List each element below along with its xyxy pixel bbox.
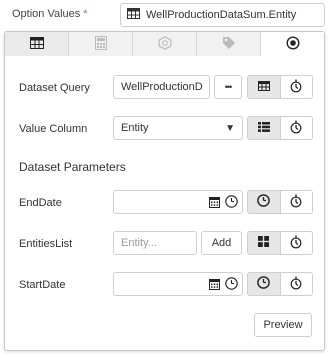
- preview-button[interactable]: Preview: [254, 313, 312, 337]
- option-values-selected: WellProductionDataSum.Entity: [146, 9, 297, 21]
- entities-list-bind-mode[interactable]: [280, 232, 312, 254]
- tab-hexagon[interactable]: [133, 32, 197, 56]
- start-date-input[interactable]: [113, 272, 243, 296]
- stopwatch-icon: [290, 194, 302, 211]
- end-date-bind-mode[interactable]: [280, 191, 312, 213]
- stopwatch-icon: [290, 120, 302, 137]
- end-date-clock-mode[interactable]: [248, 191, 281, 213]
- option-values-label-text: Option Values: [12, 8, 81, 20]
- end-date-mode-toggle: [247, 190, 313, 214]
- start-date-clock-mode[interactable]: [248, 273, 281, 295]
- start-date-mode-toggle: [247, 272, 313, 296]
- stopwatch-icon: [290, 235, 302, 252]
- list-icon: [257, 121, 270, 135]
- option-values-label: Option Values *: [12, 8, 88, 20]
- tab-radio[interactable]: [261, 32, 324, 56]
- hexagon-icon: [158, 35, 172, 53]
- required-mark: *: [83, 8, 88, 20]
- end-date-input[interactable]: [113, 190, 243, 214]
- clock-icon[interactable]: [225, 195, 238, 211]
- value-column-bind-mode[interactable]: [280, 117, 312, 139]
- table-icon: [257, 80, 270, 94]
- dataset-query-label: Dataset Query: [19, 82, 90, 94]
- table-icon: [127, 8, 140, 22]
- entities-list-grid-mode[interactable]: [248, 232, 281, 254]
- value-column-label: Value Column: [19, 123, 88, 135]
- grid-icon: [258, 236, 270, 250]
- clock-icon[interactable]: [225, 277, 238, 293]
- entities-list-mode-toggle: [247, 231, 313, 255]
- value-column-selected: Entity: [121, 122, 149, 134]
- option-values-popup: Dataset Query WellProductionD ••• Value …: [4, 31, 325, 351]
- stopwatch-icon: [290, 276, 302, 293]
- calendar-icon[interactable]: [209, 196, 220, 211]
- dataset-query-mode-toggle: [247, 75, 313, 99]
- dataset-query-table-mode[interactable]: [248, 76, 281, 98]
- clock-icon: [257, 276, 271, 292]
- calculator-icon: [94, 35, 107, 53]
- more-icon: •••: [224, 82, 233, 92]
- start-date-bind-mode[interactable]: [280, 273, 312, 295]
- clock-icon: [257, 194, 271, 210]
- start-date-label: StartDate: [19, 279, 66, 291]
- radio-icon: [285, 35, 300, 53]
- dataset-query-more-button[interactable]: •••: [214, 75, 242, 99]
- entities-list-label: EntitiesList: [19, 238, 73, 250]
- tag-icon: [222, 36, 236, 53]
- table-icon: [29, 36, 44, 52]
- entities-add-button[interactable]: Add: [201, 231, 242, 255]
- tab-table[interactable]: [5, 32, 69, 56]
- source-tabbar: [5, 32, 324, 56]
- chevron-down-icon: ▼: [225, 123, 235, 134]
- stopwatch-icon: [290, 79, 302, 96]
- end-date-icons: [209, 195, 238, 211]
- end-date-label: EndDate: [19, 197, 62, 209]
- dataset-parameters-title: Dataset Parameters: [19, 160, 126, 174]
- tab-tag[interactable]: [197, 32, 261, 56]
- value-column-mode-toggle: [247, 116, 313, 140]
- value-column-list-mode[interactable]: [248, 117, 281, 139]
- tab-calculator[interactable]: [69, 32, 133, 56]
- dataset-query-bind-mode[interactable]: [280, 76, 312, 98]
- entities-list-input[interactable]: Entity...: [113, 231, 197, 255]
- calendar-icon[interactable]: [209, 278, 220, 293]
- option-values-select[interactable]: WellProductionDataSum.Entity: [120, 3, 325, 27]
- dataset-query-input[interactable]: WellProductionD: [113, 75, 210, 99]
- start-date-icons: [209, 277, 238, 293]
- value-column-select[interactable]: Entity ▼: [113, 116, 243, 140]
- option-values-row: Option Values * WellProductionDataSum.Ent…: [0, 0, 329, 30]
